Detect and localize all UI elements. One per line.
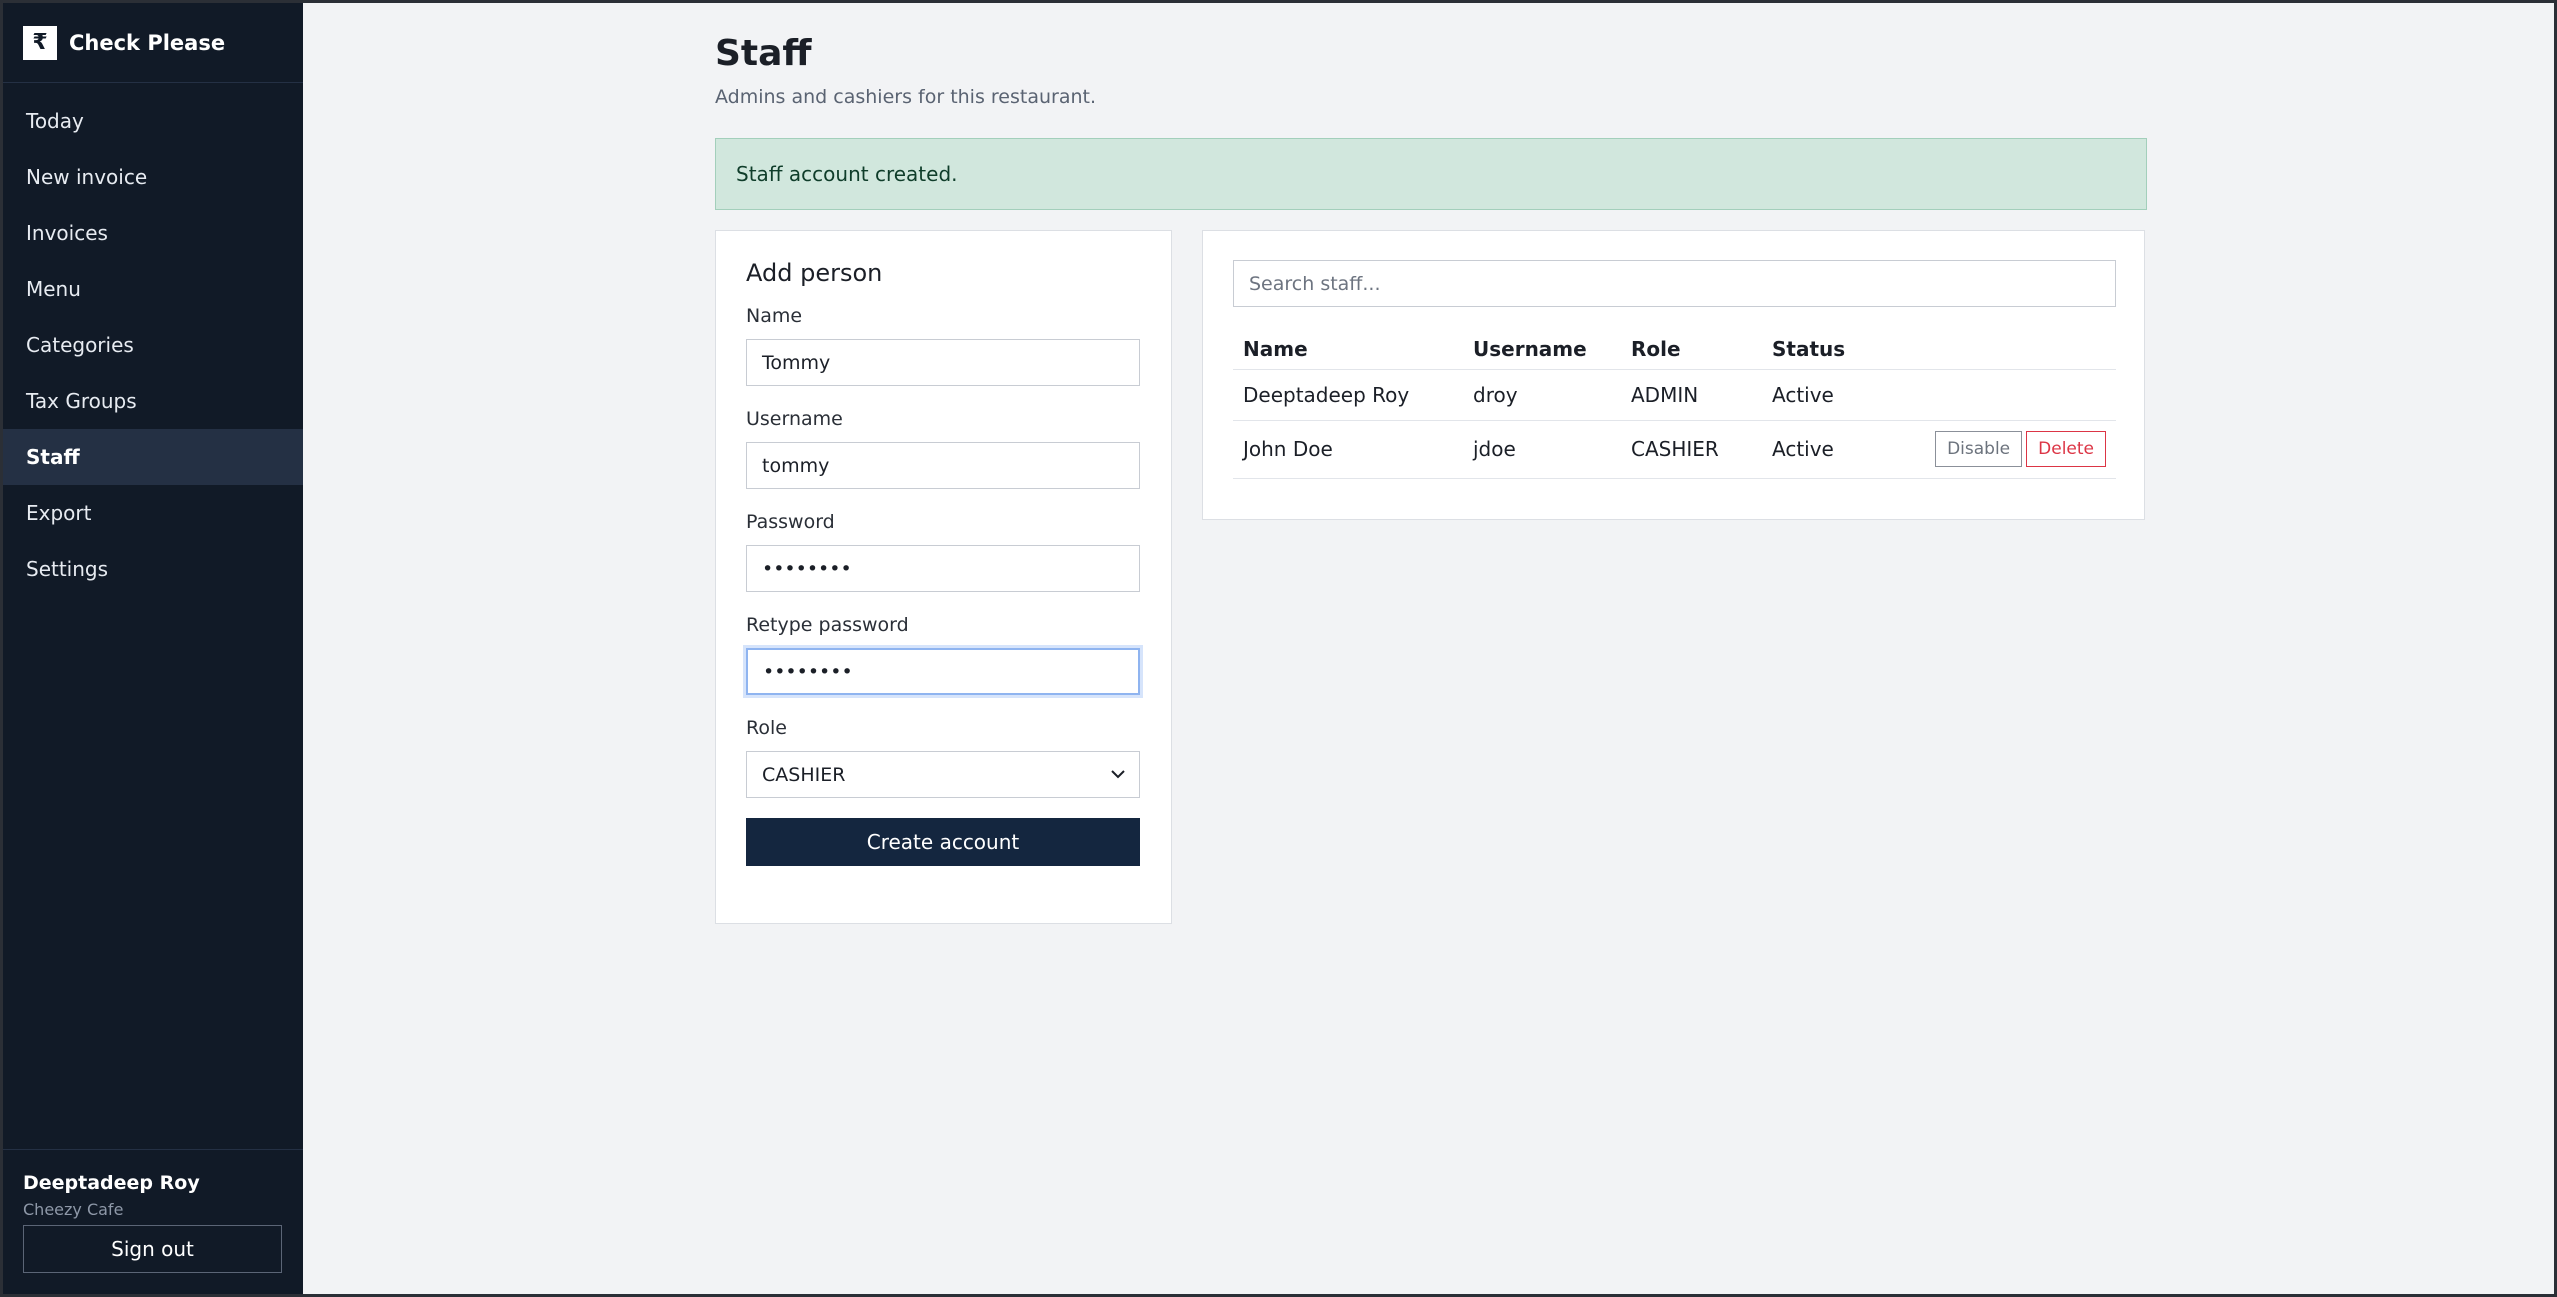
cell-actions (1902, 369, 2116, 421)
cell-role: ADMIN (1621, 369, 1762, 421)
retype-password-field[interactable]: •••••••• (746, 648, 1140, 695)
table-row: Deeptadeep Roy droy ADMIN Active (1233, 369, 2116, 421)
column-header-actions (1902, 329, 2116, 370)
password-label: Password (746, 511, 835, 533)
user-name: Deeptadeep Roy (23, 1172, 200, 1194)
success-alert: Staff account created. (715, 138, 2147, 210)
cell-status: Active (1762, 369, 1902, 421)
brand[interactable]: ₹ Check Please (3, 3, 303, 83)
cell-username: droy (1463, 369, 1621, 421)
sidebar-item-new-invoice[interactable]: New invoice (3, 149, 303, 205)
role-label: Role (746, 717, 787, 739)
cell-role: CASHIER (1621, 420, 1762, 479)
user-panel: Deeptadeep Roy Cheezy Cafe Sign out (3, 1149, 303, 1294)
user-org: Cheezy Cafe (23, 1200, 124, 1219)
sidebar-item-invoices[interactable]: Invoices (3, 205, 303, 261)
page-title: Staff (715, 33, 812, 74)
password-field[interactable]: •••••••• (746, 545, 1140, 592)
main-content: Staff Admins and cashiers for this resta… (303, 3, 2554, 1294)
username-label: Username (746, 408, 843, 430)
page-subtitle: Admins and cashiers for this restaurant. (715, 86, 1097, 108)
table-row: John Doe jdoe CASHIER Active Disable Dele… (1233, 420, 2116, 479)
role-select[interactable]: CASHIER (746, 751, 1140, 798)
cell-name: John Doe (1233, 420, 1463, 479)
sidebar-item-staff[interactable]: Staff (3, 429, 303, 485)
cell-actions: Disable Delete (1902, 420, 2116, 479)
staff-list-card: Search staff... Name Username Role Statu… (1202, 230, 2145, 520)
sidebar: ₹ Check Please Today New invoice Invoice… (3, 3, 303, 1294)
role-select-value: CASHIER (762, 763, 846, 786)
cell-status: Active (1762, 420, 1902, 479)
retype-password-label: Retype password (746, 614, 909, 636)
brand-name: Check Please (69, 30, 226, 55)
sidebar-item-categories[interactable]: Categories (3, 317, 303, 373)
sidebar-item-today[interactable]: Today (3, 93, 303, 149)
cell-name: Deeptadeep Roy (1233, 369, 1463, 421)
disable-button[interactable]: Disable (1935, 431, 2023, 467)
name-field[interactable]: Tommy (746, 339, 1140, 386)
create-account-button[interactable]: Create account (746, 818, 1140, 866)
rupee-logo-icon: ₹ (23, 25, 57, 60)
column-header-status: Status (1762, 329, 1902, 370)
staff-table: Name Username Role Status Deeptadeep Roy… (1233, 329, 2116, 479)
column-header-name: Name (1233, 329, 1463, 370)
table-header-row: Name Username Role Status (1233, 329, 2116, 370)
sidebar-item-tax-groups[interactable]: Tax Groups (3, 373, 303, 429)
add-person-title: Add person (746, 259, 883, 287)
add-person-card: Add person Name Tommy Username tommy Pas… (715, 230, 1172, 924)
sidebar-item-export[interactable]: Export (3, 485, 303, 541)
content-row: Add person Name Tommy Username tommy Pas… (715, 230, 2147, 924)
delete-button[interactable]: Delete (2026, 431, 2106, 467)
column-header-role: Role (1621, 329, 1762, 370)
sidebar-item-menu[interactable]: Menu (3, 261, 303, 317)
search-staff-input[interactable]: Search staff... (1233, 260, 2116, 307)
staff-page: Staff Admins and cashiers for this resta… (715, 33, 2147, 924)
cell-username: jdoe (1463, 420, 1621, 479)
chevron-down-icon (1111, 770, 1125, 779)
sidebar-nav: Today New invoice Invoices Menu Categori… (3, 83, 303, 597)
app-window: ₹ Check Please Today New invoice Invoice… (0, 0, 2557, 1297)
column-header-username: Username (1463, 329, 1621, 370)
name-label: Name (746, 305, 803, 327)
sign-out-button[interactable]: Sign out (23, 1225, 282, 1273)
sidebar-item-settings[interactable]: Settings (3, 541, 303, 597)
username-field[interactable]: tommy (746, 442, 1140, 489)
